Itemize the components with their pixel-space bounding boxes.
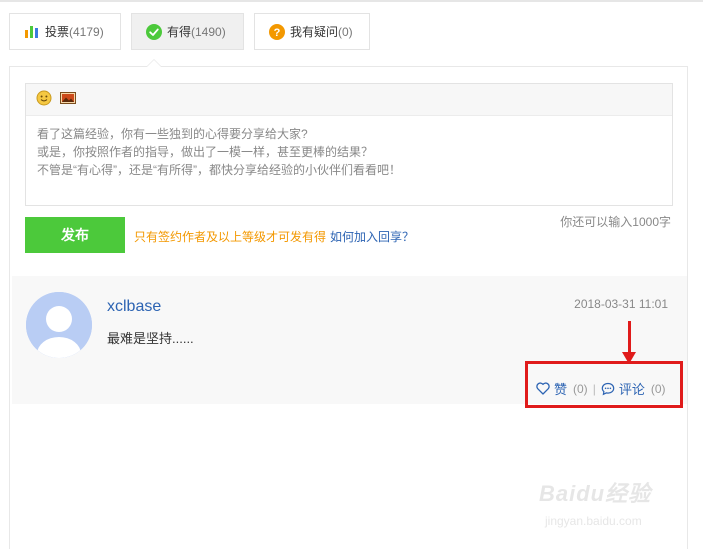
editor-toolbar	[26, 84, 672, 116]
check-circle-icon	[146, 23, 162, 40]
tab-vote[interactable]: 投票 (4179)	[9, 13, 121, 50]
watermark-url: jingyan.baidu.com	[545, 514, 642, 528]
join-link[interactable]: 如何加入回享？	[330, 228, 414, 245]
tab-vote-count: (4179)	[69, 24, 104, 39]
placeholder-line: 看了这篇经验，你有一些独到的心得要分享给大家?	[37, 127, 308, 141]
smiley-icon[interactable]	[36, 90, 52, 109]
watermark-logo: Baidu经验	[539, 481, 652, 506]
char-counter: 你还可以输入1000字	[560, 215, 671, 229]
comment-timestamp: 2018-03-31 11:01	[574, 297, 668, 311]
permission-notice: 只有签约作者及以上等级才可发有得	[134, 230, 327, 244]
tab-ask-count: (0)	[338, 24, 353, 39]
annotation-arrow-shaft	[628, 321, 631, 355]
tab-vote-label: 投票	[45, 25, 70, 39]
tab-gain[interactable]: 有得 (1490)	[131, 13, 244, 50]
comment-editor[interactable]: 看了这篇经验，你有一些独到的心得要分享给大家? 或是，你按照作者的指导，做出了一…	[25, 83, 673, 206]
comment-username[interactable]: xclbase	[107, 298, 161, 316]
placeholder-line: 或是，你按照作者的指导，做出了一模一样，甚至更棒的结果？	[37, 145, 374, 159]
editor-placeholder[interactable]: 看了这篇经验，你有一些独到的心得要分享给大家? 或是，你按照作者的指导，做出了一…	[26, 116, 672, 188]
baidu-watermark: Baidu经验 jingyan.baidu.com	[535, 470, 670, 540]
tab-gain-count: (1490)	[191, 24, 226, 39]
publish-button[interactable]: 发布	[25, 217, 125, 253]
tab-pointer-fill	[147, 60, 161, 67]
annotation-highlight-box	[525, 361, 683, 408]
question-circle-icon: ?	[269, 23, 285, 40]
avatar[interactable]	[26, 292, 92, 358]
tab-ask[interactable]: ? 我有疑问 (0)	[254, 13, 370, 50]
tab-ask-label: 我有疑问	[290, 25, 339, 39]
svg-text:?: ?	[274, 27, 281, 39]
top-divider	[0, 0, 703, 2]
comment-text: 最难是坚持......	[107, 331, 194, 346]
placeholder-line: 不管是“有心得”，还是“有所得”，都快分享给经验的小伙伴们看看吧！	[37, 163, 401, 177]
tab-gain-label: 有得	[167, 25, 192, 39]
image-icon[interactable]	[60, 92, 76, 107]
bar-chart-icon	[24, 24, 40, 40]
